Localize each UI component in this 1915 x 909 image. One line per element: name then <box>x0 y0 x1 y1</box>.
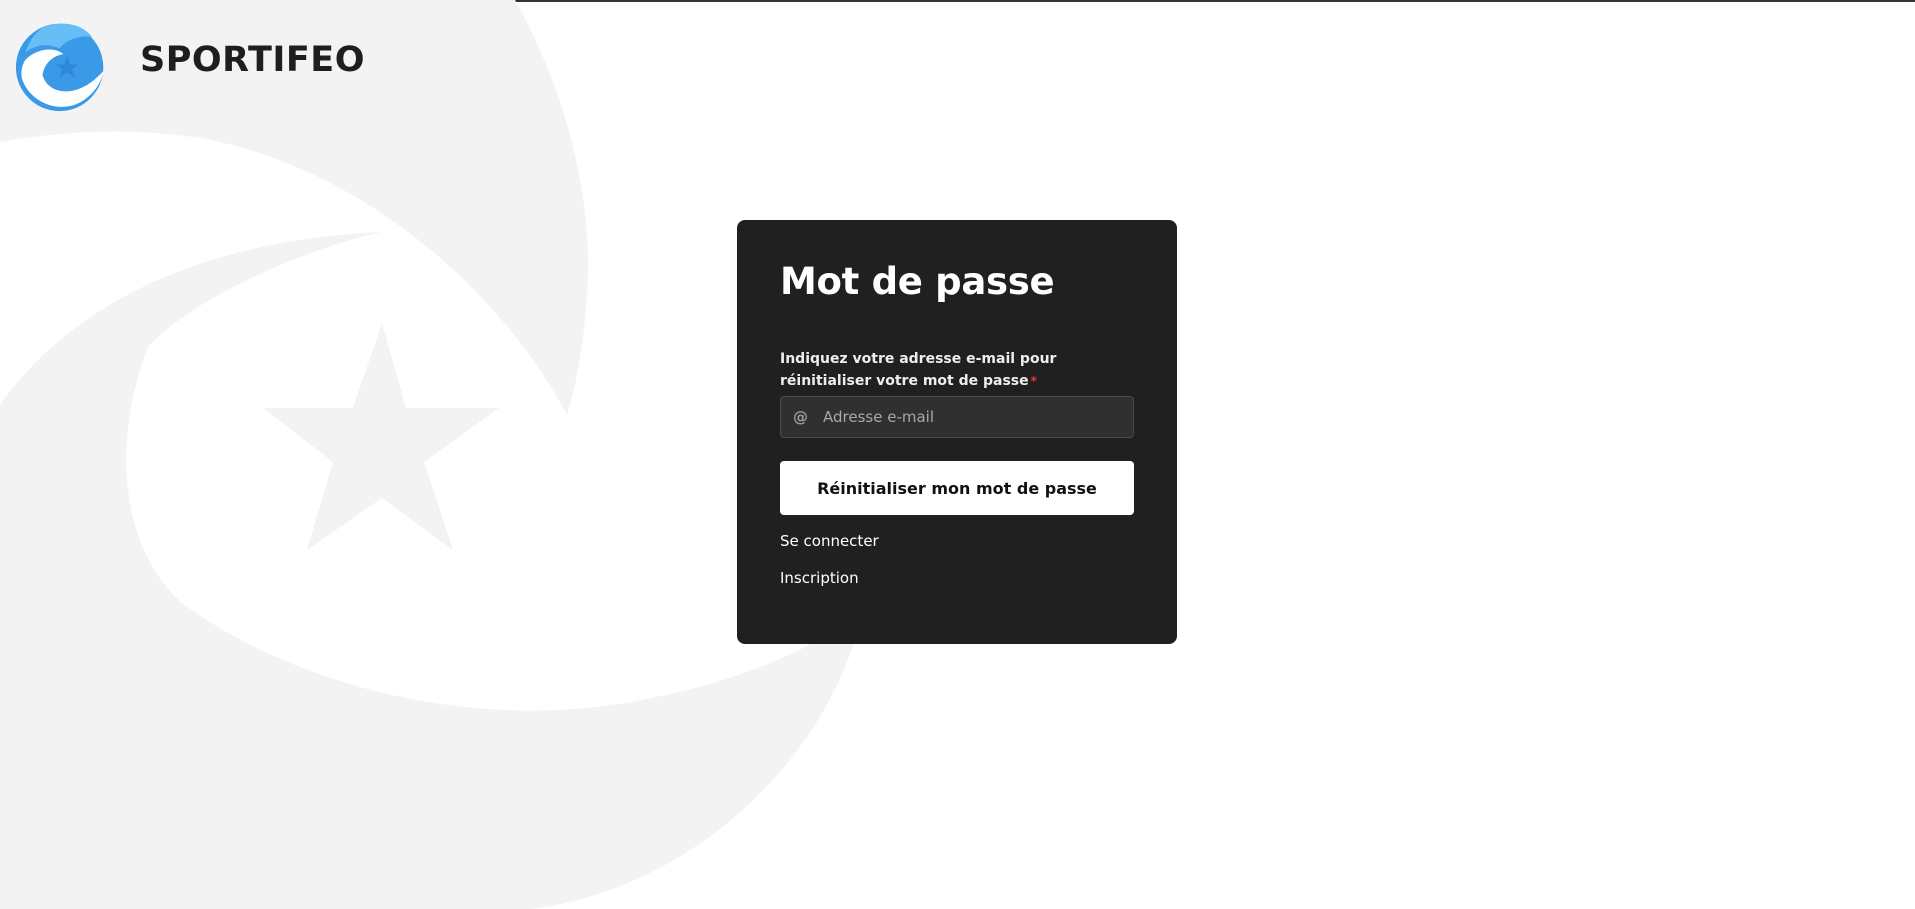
email-label: Indiquez votre adresse e-mail pour réini… <box>780 348 1125 392</box>
signup-link[interactable]: Inscription <box>780 568 1134 588</box>
email-label-text: Indiquez votre adresse e-mail pour réini… <box>780 351 1057 390</box>
email-input[interactable] <box>819 397 1133 438</box>
password-reset-card: Mot de passe Indiquez votre adresse e-ma… <box>737 220 1177 644</box>
email-field[interactable]: @ <box>780 396 1134 439</box>
login-link[interactable]: Se connecter <box>780 531 1134 551</box>
card-title: Mot de passe <box>780 260 1055 303</box>
reset-password-button[interactable]: Réinitialiser mon mot de passe <box>780 461 1134 516</box>
required-marker: * <box>1030 374 1037 389</box>
at-sign-icon: @ <box>793 408 808 427</box>
sportifeo-logo-icon[interactable] <box>14 18 109 113</box>
header: SPORTIFEO <box>14 18 365 113</box>
brand-name: SPORTIFEO <box>140 39 365 80</box>
